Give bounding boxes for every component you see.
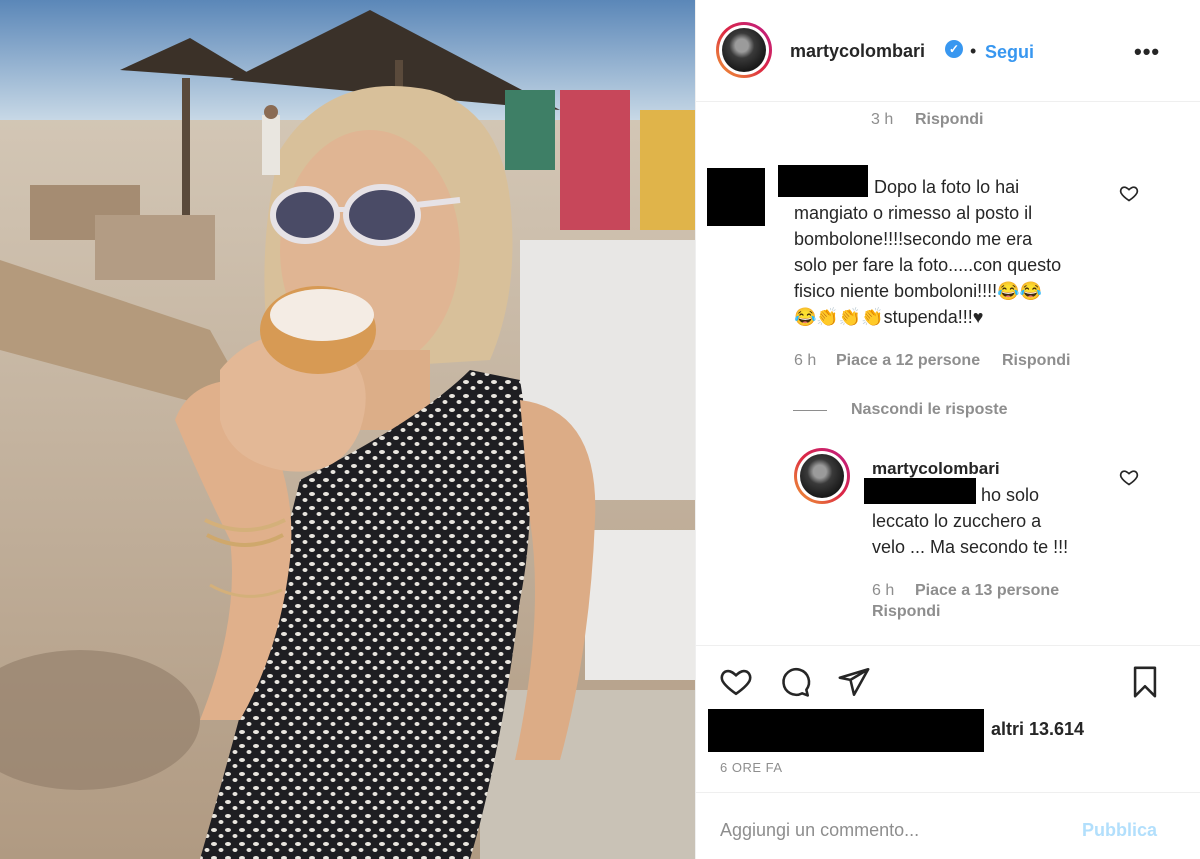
comment-likes[interactable]: Piace a 12 persone xyxy=(836,352,980,370)
comment-time: 6 h xyxy=(794,352,817,369)
reply-button[interactable]: Rispondi xyxy=(1002,352,1070,370)
comment-line: bombolone!!!!secondo me era xyxy=(794,229,1033,249)
header-username[interactable]: martycolombari xyxy=(790,41,925,62)
like-heart-icon[interactable] xyxy=(719,664,753,698)
post-image xyxy=(0,0,695,859)
follow-button[interactable]: Segui xyxy=(985,42,1034,63)
actions-divider xyxy=(696,645,1200,646)
post-photo[interactable] xyxy=(0,0,695,859)
likes-count[interactable]: altri 13.614 xyxy=(991,719,1084,740)
reply-line: ho solo xyxy=(981,485,1040,505)
reply-likes[interactable]: Piace a 13 persone xyxy=(915,582,1059,600)
share-paper-plane-icon[interactable] xyxy=(837,665,871,699)
more-options-icon[interactable]: ••• xyxy=(1134,39,1160,65)
redacted-mention xyxy=(864,478,976,504)
reply-username[interactable]: martycolombari xyxy=(872,459,1000,479)
verified-badge-icon: ✓ xyxy=(945,40,963,58)
comment-time: 3 h xyxy=(871,111,894,128)
reply-line: velo ... Ma secondo te !!! xyxy=(872,537,1069,557)
post-timestamp: 6 ORE FA xyxy=(720,760,783,775)
comment-bubble-icon[interactable] xyxy=(778,665,812,699)
redacted-likers xyxy=(708,709,984,752)
publish-button[interactable]: Pubblica xyxy=(1082,820,1157,841)
comment-line: solo per fare la foto.....con questo xyxy=(794,255,1062,275)
comment-line: 😂👏👏👏stupenda!!!♥ xyxy=(794,307,984,327)
like-comment-heart-icon[interactable] xyxy=(1119,183,1139,203)
hide-replies-button[interactable]: Nascondi le risposte xyxy=(851,401,1008,419)
redacted-username xyxy=(778,165,868,197)
redacted-avatar xyxy=(707,168,765,226)
post-side-panel: martycolombari ✓ • Segui ••• 3 h Rispond… xyxy=(695,0,1200,859)
comment-line: Dopo la foto lo hai xyxy=(874,177,1020,197)
post-header: martycolombari ✓ • Segui ••• xyxy=(696,0,1200,102)
reply-button[interactable]: Rispondi xyxy=(872,603,940,621)
save-bookmark-icon[interactable] xyxy=(1128,664,1162,700)
reply-line: leccato lo zucchero a xyxy=(872,511,1042,531)
comment-input-divider xyxy=(696,792,1200,793)
reply-avatar[interactable] xyxy=(794,448,850,504)
comment-line: mangiato o rimesso al posto il xyxy=(794,203,1033,223)
separator-dot: • xyxy=(970,41,977,61)
replies-divider xyxy=(793,410,827,411)
reply-button[interactable]: Rispondi xyxy=(915,111,983,129)
comment-line: fisico niente bomboloni!!!!😂😂 xyxy=(794,281,1042,301)
like-reply-heart-icon[interactable] xyxy=(1119,467,1139,487)
avatar[interactable] xyxy=(716,22,772,78)
reply-time: 6 h xyxy=(872,582,895,599)
comment-input[interactable]: Aggiungi un commento... xyxy=(720,820,919,841)
